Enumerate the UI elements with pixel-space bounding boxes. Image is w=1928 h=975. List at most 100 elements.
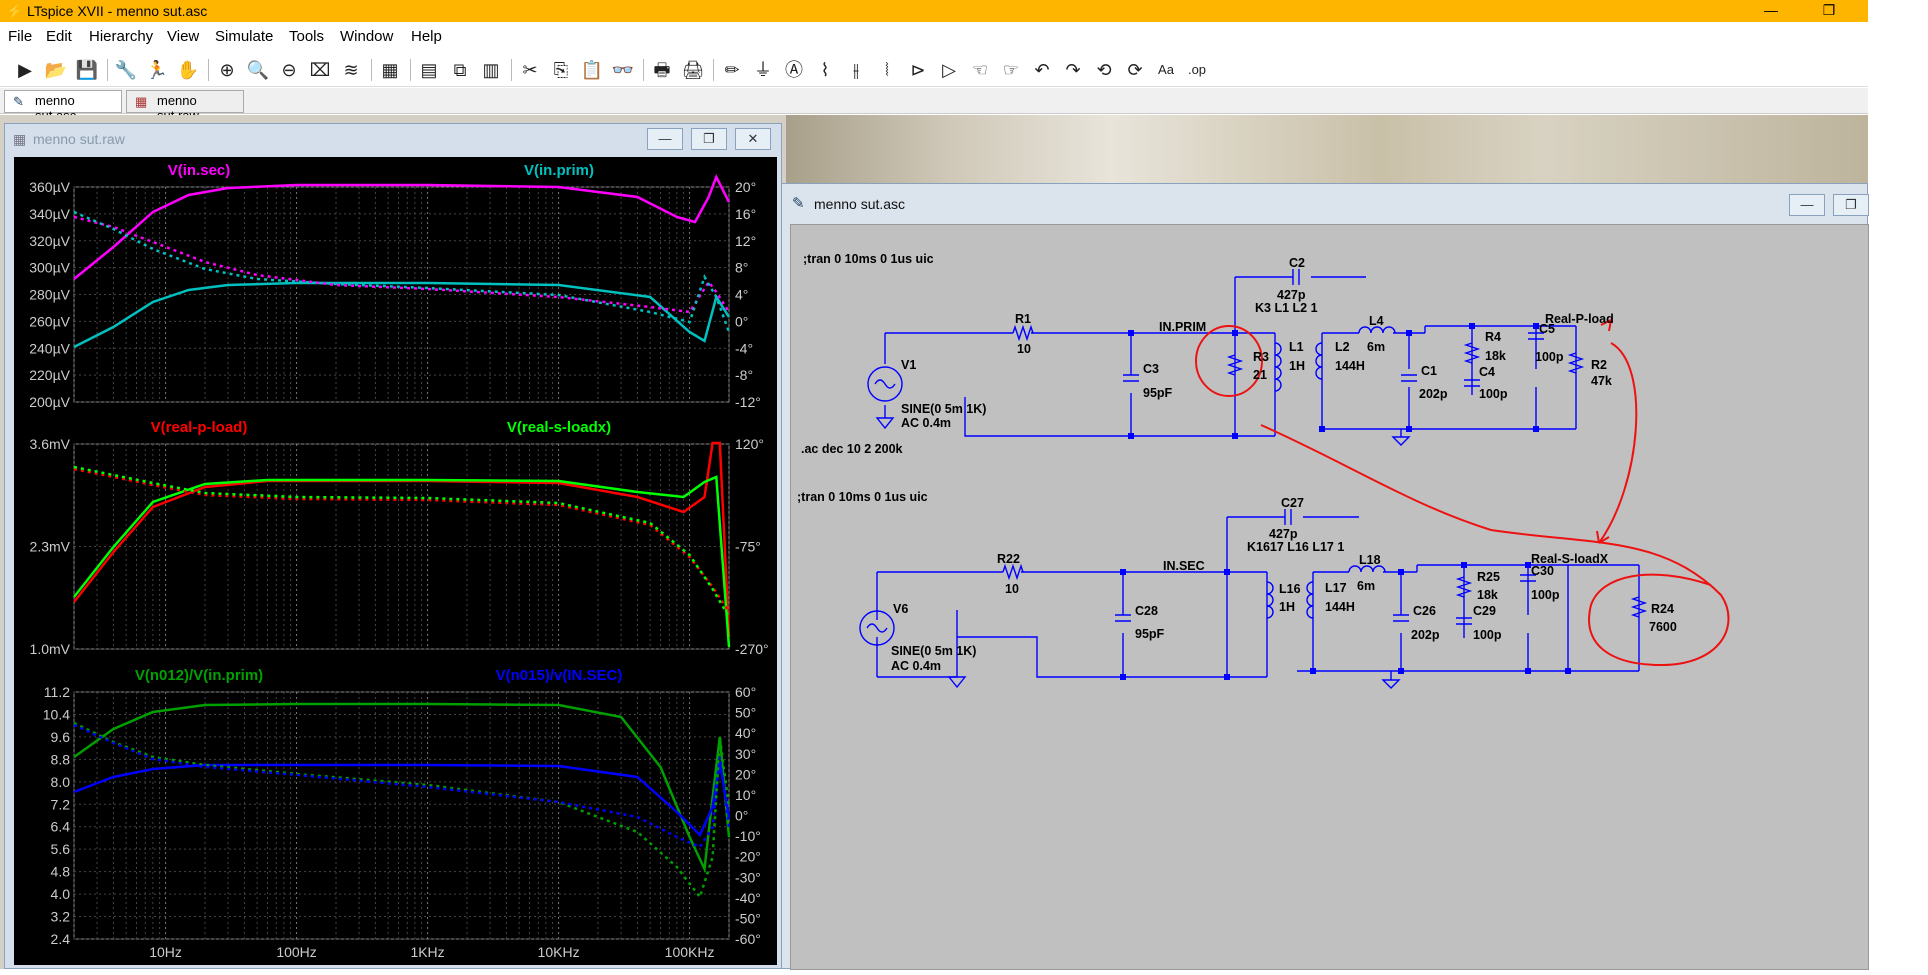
c5-value[interactable]: 100p xyxy=(1535,350,1564,364)
c29-name[interactable]: C29 xyxy=(1473,604,1496,618)
r24-value[interactable]: 7600 xyxy=(1649,620,1677,634)
minimize-button[interactable]: — xyxy=(1789,194,1825,216)
spice-directive-icon[interactable]: .op xyxy=(1184,57,1210,83)
trace-n015-ratio-magnitude[interactable] xyxy=(73,761,731,838)
menu-view[interactable]: View xyxy=(167,28,199,45)
schematic-svg[interactable]: ;tran 0 10ms 0 1us uic .ac dec 10 2 200k… xyxy=(791,225,1870,971)
restore-button[interactable]: ❐ xyxy=(691,128,727,150)
move-icon[interactable]: ☜ xyxy=(967,57,993,83)
diode-icon[interactable]: ⊳ xyxy=(905,57,931,83)
k3-coupling[interactable]: K3 L1 L2 1 xyxy=(1255,301,1318,315)
directive-ac[interactable]: .ac dec 10 2 200k xyxy=(801,442,903,456)
zoom-in-icon[interactable]: ⊕ xyxy=(214,57,240,83)
ground-icon[interactable]: ⏚ xyxy=(750,57,776,83)
print-setup-icon[interactable]: 🖨 xyxy=(680,57,706,83)
k1617-coupling[interactable]: K1617 L16 L17 1 xyxy=(1247,540,1344,554)
cut-icon[interactable]: ✂ xyxy=(517,57,543,83)
restore-button[interactable]: ❐ xyxy=(1833,194,1869,216)
r4-name[interactable]: R4 xyxy=(1485,330,1501,344)
c27-value[interactable]: 427p xyxy=(1269,527,1298,541)
l4-value[interactable]: 6m xyxy=(1367,340,1385,354)
c27-name[interactable]: C27 xyxy=(1281,496,1304,510)
trace-in-prim-magnitude[interactable] xyxy=(73,281,731,349)
c4-value[interactable]: 100p xyxy=(1479,387,1508,401)
trace-real-p-load-magnitude[interactable] xyxy=(73,441,731,638)
l4-name[interactable]: L4 xyxy=(1369,314,1384,328)
c26-name[interactable]: C26 xyxy=(1413,604,1436,618)
settings-icon[interactable]: 🔧 xyxy=(113,57,139,83)
r3-name[interactable]: R3 xyxy=(1253,350,1269,364)
menu-hierarchy[interactable]: Hierarchy xyxy=(89,28,153,45)
trace-label-real-s-loadx[interactable]: V(real-s-loadx) xyxy=(507,419,611,436)
trace-in-prim-phase[interactable] xyxy=(73,210,731,333)
capacitor-icon[interactable]: ⫲ xyxy=(843,57,869,83)
l16-name[interactable]: L16 xyxy=(1279,582,1301,596)
tab-waveform[interactable]: ▦ menno sut.raw xyxy=(126,90,244,123)
resistor-icon[interactable]: ⌇ xyxy=(812,57,838,83)
menu-help[interactable]: Help xyxy=(411,28,442,45)
v1-value[interactable]: SINE(0 5m 1K) xyxy=(901,402,986,416)
r22-value[interactable]: 10 xyxy=(1005,582,1019,596)
schematic-window[interactable]: ✎ menno sut.asc — ❐ ;tran 0 10ms 0 1us u… xyxy=(781,183,1869,970)
save-icon[interactable]: 💾 xyxy=(74,57,100,83)
l18-name[interactable]: L18 xyxy=(1359,553,1381,567)
close-button[interactable]: ✕ xyxy=(735,128,771,150)
net-label-in-prim[interactable]: IN.PRIM xyxy=(1159,320,1206,334)
minimize-button[interactable]: — xyxy=(647,128,683,150)
c26-value[interactable]: 202p xyxy=(1411,628,1440,642)
component-icon[interactable]: ▷ xyxy=(936,57,962,83)
draw-wire-icon[interactable]: ✏ xyxy=(719,57,745,83)
redo-icon[interactable]: ↷ xyxy=(1060,57,1086,83)
c2-value[interactable]: 427p xyxy=(1277,288,1306,302)
l16-value[interactable]: 1H xyxy=(1279,600,1295,614)
r25-value[interactable]: 18k xyxy=(1477,588,1498,602)
zoom-area-icon[interactable]: 🔍 xyxy=(245,57,271,83)
c3-value[interactable]: 95pF xyxy=(1143,386,1173,400)
l17-value[interactable]: 144H xyxy=(1325,600,1355,614)
menu-simulate[interactable]: Simulate xyxy=(215,28,273,45)
schematic-canvas[interactable]: ;tran 0 10ms 0 1us uic .ac dec 10 2 200k… xyxy=(790,224,1869,970)
trace-in-sec-magnitude[interactable] xyxy=(73,173,731,280)
r1-name[interactable]: R1 xyxy=(1015,312,1031,326)
trace-real-s-loadx-magnitude[interactable] xyxy=(73,475,731,648)
c28-name[interactable]: C28 xyxy=(1135,604,1158,618)
mirror-icon[interactable]: ⟳ xyxy=(1122,57,1148,83)
r22-name[interactable]: R22 xyxy=(997,552,1020,566)
l1-value[interactable]: 1H xyxy=(1289,359,1305,373)
net-label-real-p-load[interactable]: Real-P-load xyxy=(1545,312,1614,326)
l18-value[interactable]: 6m xyxy=(1357,579,1375,593)
r4-value[interactable]: 18k xyxy=(1485,349,1506,363)
menu-window[interactable]: Window xyxy=(340,28,393,45)
pan-hand-icon[interactable]: ✋ xyxy=(175,57,201,83)
trace-n012-ratio-magnitude[interactable] xyxy=(73,702,731,874)
l17-name[interactable]: L17 xyxy=(1325,581,1347,595)
minimize-button[interactable]: — xyxy=(1748,0,1794,22)
zoom-fit-icon[interactable]: ⌧ xyxy=(307,57,333,83)
c3-name[interactable]: C3 xyxy=(1143,362,1159,376)
inductor-icon[interactable]: ⦚ xyxy=(874,57,900,83)
v1-name[interactable]: V1 xyxy=(901,358,916,372)
c30-name[interactable]: C30 xyxy=(1531,564,1554,578)
c4-name[interactable]: C4 xyxy=(1479,365,1495,379)
trace-n012-ratio-phase[interactable] xyxy=(73,721,731,900)
r3-value[interactable]: 21 xyxy=(1253,368,1267,382)
tile-vertical-icon[interactable]: ▥ xyxy=(478,57,504,83)
find-icon[interactable]: 👓 xyxy=(610,57,636,83)
l2-name[interactable]: L2 xyxy=(1335,340,1350,354)
c2-name[interactable]: C2 xyxy=(1289,256,1305,270)
net-label-in-sec[interactable]: IN.SEC xyxy=(1163,559,1205,573)
restore-button[interactable]: ❐ xyxy=(1806,0,1852,22)
r2-name[interactable]: R2 xyxy=(1591,358,1607,372)
v6-name[interactable]: V6 xyxy=(893,602,908,616)
print-icon[interactable]: 🖶 xyxy=(649,57,675,83)
rotate-icon[interactable]: ⟲ xyxy=(1091,57,1117,83)
menu-tools[interactable]: Tools xyxy=(289,28,324,45)
drag-icon[interactable]: ☞ xyxy=(998,57,1024,83)
copy-icon[interactable]: ⎘ xyxy=(548,57,574,83)
directive-tran-bottom[interactable]: ;tran 0 10ms 0 1us uic xyxy=(797,490,928,504)
trace-in-sec-phase[interactable] xyxy=(73,215,731,314)
menu-edit[interactable]: Edit xyxy=(46,28,72,45)
v1-ac[interactable]: AC 0.4m xyxy=(901,416,951,430)
v6-value[interactable]: SINE(0 5m 1K) xyxy=(891,644,976,658)
trace-n015-ratio-phase[interactable] xyxy=(73,723,731,849)
